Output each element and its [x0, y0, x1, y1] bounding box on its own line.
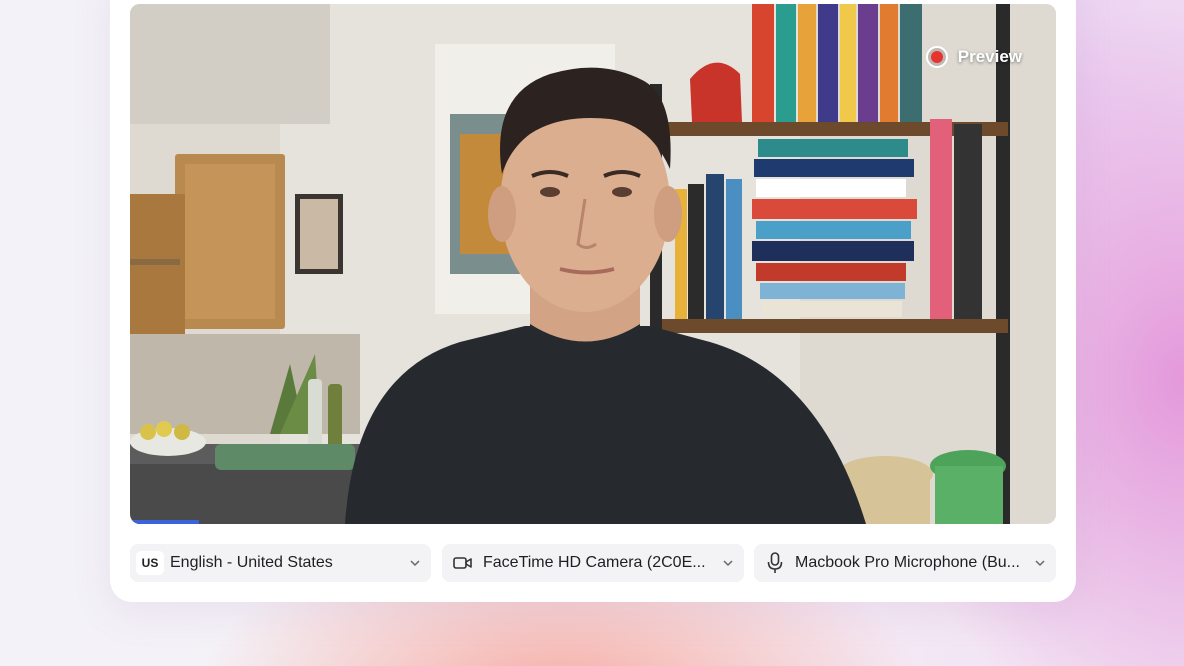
preview-label: Preview [957, 47, 1022, 66]
video-camera-icon [452, 552, 474, 574]
chevron-down-icon [1034, 559, 1046, 567]
microphone-select[interactable]: Macbook Pro Microphone (Bu... [754, 544, 1056, 582]
camera-feed-image [130, 4, 1056, 524]
microphone-icon [764, 552, 786, 574]
microphone-label: Macbook Pro Microphone (Bu... [795, 554, 1020, 571]
camera-label: FaceTime HD Camera (2C0E... [483, 554, 706, 571]
language-select[interactable]: US English - United States [130, 544, 431, 582]
record-icon [925, 46, 948, 68]
chevron-down-icon [722, 559, 734, 567]
flag-badge: US [136, 551, 164, 575]
camera-select[interactable]: FaceTime HD Camera (2C0E... [442, 544, 744, 582]
language-label: English - United States [170, 554, 333, 571]
video-progress-bar [130, 520, 200, 524]
camera-preview-video[interactable]: Preview [130, 4, 1056, 524]
preview-indicator: Preview [925, 46, 1022, 68]
chevron-down-icon [409, 559, 421, 567]
